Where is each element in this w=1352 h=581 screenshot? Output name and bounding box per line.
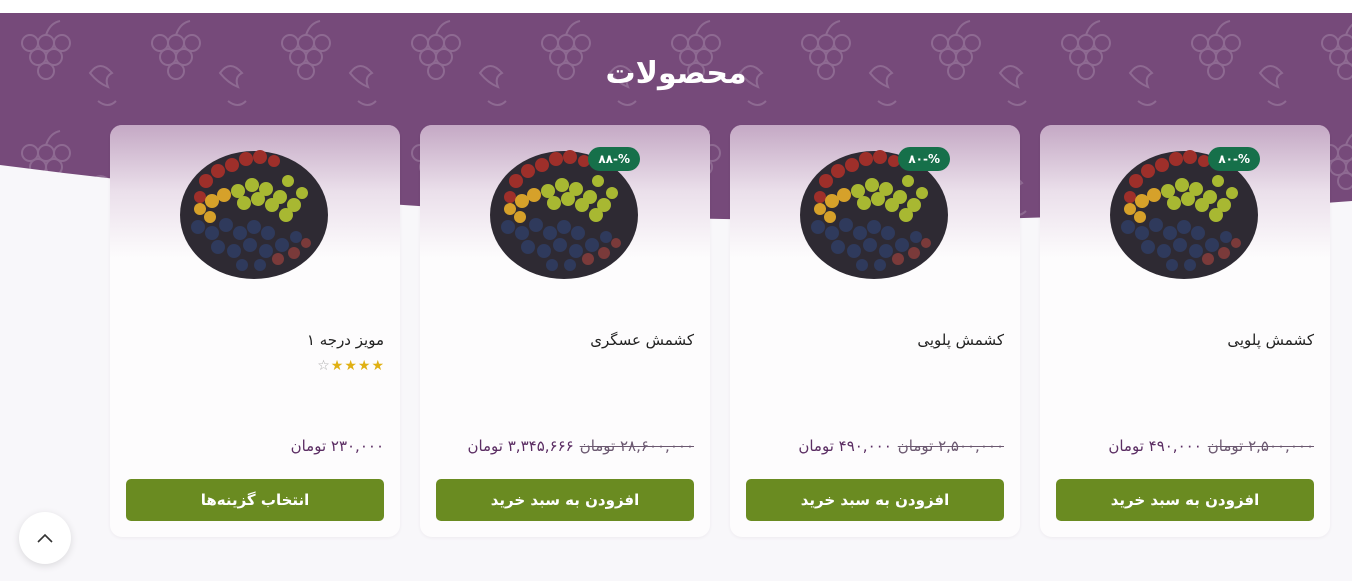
product-title[interactable]: مویز درجه ۱ xyxy=(307,331,384,349)
product-image-area[interactable] xyxy=(110,125,400,315)
product-card[interactable]: مویز درجه ۱ ★ ★ ★ ★ ☆ ۲۳۰,۰۰۰ تومان انتخ… xyxy=(110,125,400,537)
discount-badge: %-۸۸ xyxy=(588,147,640,171)
select-options-button[interactable]: انتخاب گزینه‌ها xyxy=(126,479,384,521)
price-row: ۲,۵۰۰,۰۰۰ تومان ۴۹۰,۰۰۰ تومان xyxy=(1108,437,1314,455)
product-image-area[interactable]: %-۸۰ xyxy=(1040,125,1330,315)
product-title[interactable]: کشمش پلویی xyxy=(1227,331,1314,349)
grapes-product-image[interactable] xyxy=(178,141,330,281)
price-original: ۲,۵۰۰,۰۰۰ تومان xyxy=(1207,437,1314,455)
add-to-cart-button[interactable]: افزودن به سبد خرید xyxy=(1056,479,1314,521)
product-card[interactable]: %-۸۰ کشمش پلویی ۲,۵۰۰,۰۰۰ تومان ۴۹۰,۰۰۰ … xyxy=(1040,125,1330,537)
star-empty-icon: ☆ xyxy=(317,358,330,374)
star-full-icon: ★ xyxy=(344,358,357,374)
product-card[interactable]: %-۸۰ کشمش پلویی ۲,۵۰۰,۰۰۰ تومان ۴۹۰,۰۰۰ … xyxy=(730,125,1020,537)
price-current: ۲۳۰,۰۰۰ تومان xyxy=(290,437,384,455)
price-original: ۲۸,۶۰۰,۰۰۰ تومان xyxy=(579,437,694,455)
product-title[interactable]: کشمش پلویی xyxy=(917,331,1004,349)
section-title: محصولات xyxy=(605,56,747,91)
price-row: ۲,۵۰۰,۰۰۰ تومان ۴۹۰,۰۰۰ تومان xyxy=(798,437,1004,455)
discount-badge: %-۸۰ xyxy=(898,147,950,171)
scroll-to-top-button[interactable] xyxy=(19,512,71,564)
price-original: ۲,۵۰۰,۰۰۰ تومان xyxy=(897,437,1004,455)
chevron-up-icon xyxy=(37,533,53,543)
star-full-icon: ★ xyxy=(330,358,344,374)
product-card[interactable]: %-۸۸ کشمش عسگری ۲۸,۶۰۰,۰۰۰ تومان ۳,۳۴۵,۶… xyxy=(420,125,710,537)
price-current: ۴۹۰,۰۰۰ تومان xyxy=(1108,437,1202,455)
product-image-area[interactable]: %-۸۸ xyxy=(420,125,710,315)
price-current: ۳,۳۴۵,۶۶۶ تومان xyxy=(467,437,574,455)
product-title[interactable]: کشمش عسگری xyxy=(590,331,694,349)
price-row: ۲۳۰,۰۰۰ تومان xyxy=(291,437,384,455)
price-current: ۴۹۰,۰۰۰ تومان xyxy=(798,437,892,455)
star-full-icon: ★ xyxy=(371,358,384,374)
product-image-area[interactable]: %-۸۰ xyxy=(730,125,1020,315)
top-bar xyxy=(0,0,1352,13)
product-rating: ★ ★ ★ ★ ☆ xyxy=(317,359,384,373)
star-full-icon: ★ xyxy=(357,358,371,374)
discount-badge: %-۸۰ xyxy=(1208,147,1260,171)
add-to-cart-button[interactable]: افزودن به سبد خرید xyxy=(436,479,694,521)
price-row: ۲۸,۶۰۰,۰۰۰ تومان ۳,۳۴۵,۶۶۶ تومان xyxy=(467,437,694,455)
add-to-cart-button[interactable]: افزودن به سبد خرید xyxy=(746,479,1004,521)
